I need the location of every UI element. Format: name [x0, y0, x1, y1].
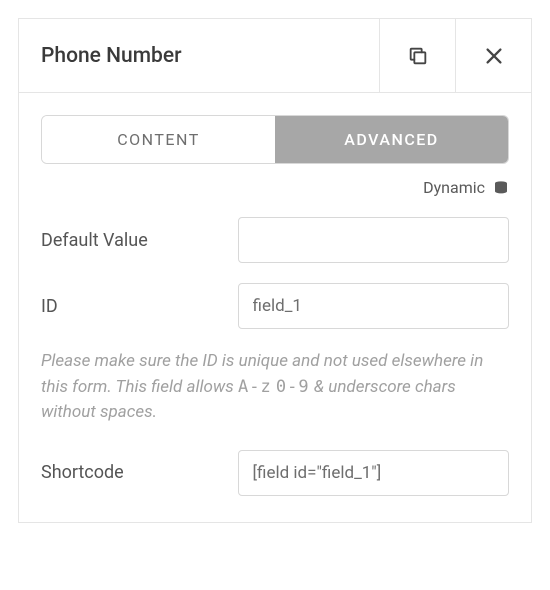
- close-icon: [483, 45, 505, 67]
- id-label: ID: [41, 296, 238, 317]
- database-icon: [493, 180, 509, 196]
- close-button[interactable]: [455, 19, 531, 92]
- shortcode-row: Shortcode: [41, 450, 509, 496]
- tab-group: CONTENT ADVANCED: [41, 115, 509, 164]
- panel-title: Phone Number: [19, 19, 379, 92]
- copy-icon: [407, 45, 429, 67]
- shortcode-label: Shortcode: [41, 462, 238, 483]
- id-row: ID: [41, 283, 509, 329]
- panel-header: Phone Number: [19, 19, 531, 93]
- panel-body: CONTENT ADVANCED Dynamic Default Value I…: [19, 93, 531, 522]
- default-value-input[interactable]: [238, 217, 509, 263]
- id-help-text: Please make sure the ID is unique and no…: [41, 349, 509, 426]
- tab-content[interactable]: CONTENT: [42, 116, 275, 163]
- id-input[interactable]: [238, 283, 509, 329]
- duplicate-button[interactable]: [379, 19, 455, 92]
- default-value-label: Default Value: [41, 230, 238, 251]
- dynamic-label: Dynamic: [423, 178, 485, 197]
- field-settings-panel: Phone Number CONTENT ADVANCED Dynamic: [18, 18, 532, 523]
- tab-advanced[interactable]: ADVANCED: [275, 116, 508, 163]
- dynamic-toggle[interactable]: Dynamic: [41, 178, 509, 197]
- shortcode-input[interactable]: [238, 450, 509, 496]
- default-value-row: Default Value: [41, 217, 509, 263]
